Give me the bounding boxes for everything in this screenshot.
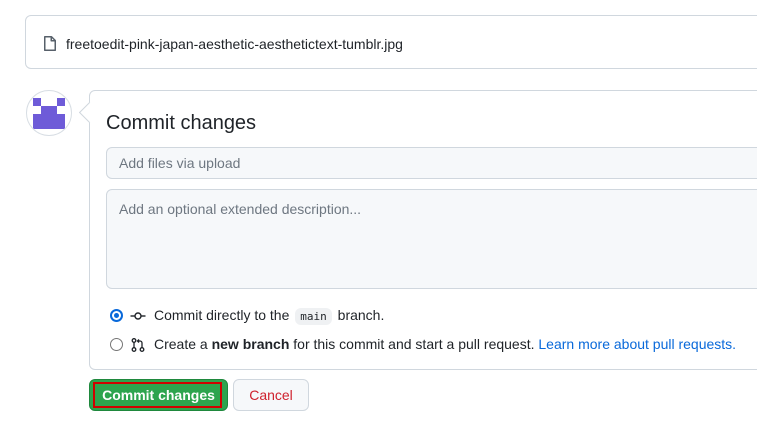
branch-name: main	[295, 308, 332, 325]
radio-commit-directly[interactable]	[110, 309, 123, 322]
new-branch-bold: new branch	[211, 336, 290, 352]
option-commit-directly-label: Commit directly to the main branch.	[154, 307, 385, 325]
commit-changes-button[interactable]: Commit changes	[89, 379, 228, 411]
avatar[interactable]	[26, 90, 72, 136]
commit-summary-input[interactable]	[106, 147, 757, 179]
commit-directly-prefix: Commit directly to the	[154, 307, 290, 323]
option-new-branch-label: Create a new branch for this commit and …	[154, 336, 736, 352]
git-pull-request-icon	[131, 338, 145, 352]
cancel-button[interactable]: Cancel	[233, 379, 309, 411]
radio-new-branch[interactable]	[110, 338, 123, 351]
new-branch-prefix: Create a	[154, 336, 208, 352]
new-branch-middle: for this commit and start a pull request…	[293, 336, 535, 352]
git-commit-icon	[130, 312, 146, 320]
commit-description-input[interactable]	[106, 189, 757, 289]
file-name: freetoedit-pink-japan-aesthetic-aestheti…	[66, 36, 403, 52]
learn-more-link[interactable]: Learn more about pull requests.	[538, 336, 736, 352]
commit-title: Commit changes	[106, 112, 257, 134]
identicon-avatar	[33, 98, 65, 129]
file-icon	[44, 36, 56, 51]
commit-directly-suffix: branch.	[337, 307, 385, 323]
commit-form: Commit changes Commit directly to the ma…	[89, 90, 757, 370]
file-list-item: freetoedit-pink-japan-aesthetic-aestheti…	[25, 15, 757, 69]
